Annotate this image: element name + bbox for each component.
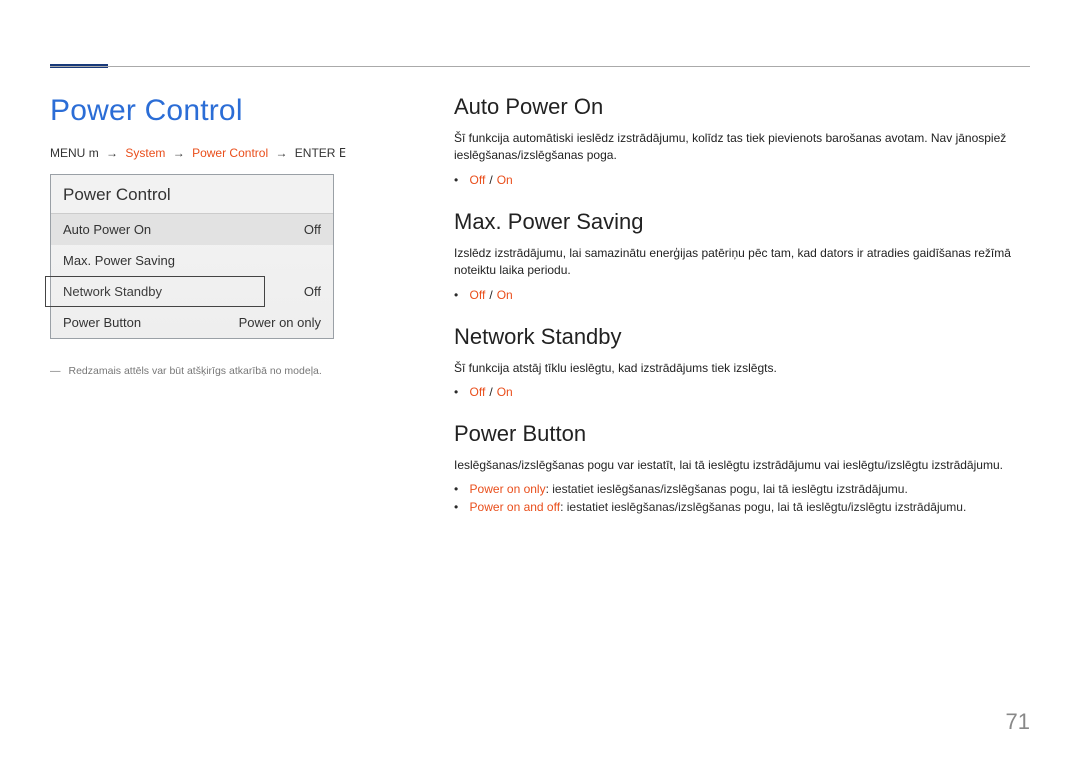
options-max-power-saving: Off/On <box>454 288 1030 302</box>
breadcrumb-system: System <box>125 146 165 160</box>
option-sep: / <box>485 173 496 187</box>
option-off: Off <box>470 173 486 187</box>
heading-network-standby: Network Standby <box>454 324 1030 350</box>
option-off: Off <box>470 385 486 399</box>
panel-row-auto-power-on[interactable]: Auto Power On Off <box>51 214 333 245</box>
panel-row-power-button[interactable]: Power Button Power on only <box>51 307 333 338</box>
arrow-icon: → <box>271 146 291 160</box>
option-rest: : iestatiet ieslēgšanas/izslēgšanas pogu… <box>546 482 908 496</box>
left-column: Power Control MENU m → System → Power Co… <box>50 94 394 536</box>
right-column: Auto Power On Šī funkcija automātiski ie… <box>454 94 1030 536</box>
panel-row-network-standby[interactable]: Network Standby Off <box>51 276 333 307</box>
options-power-button: Power on only: iestatiet ieslēgšanas/izs… <box>454 482 1030 514</box>
panel-footnote: ―Redzamais attēls var būt atšķirīgs atka… <box>50 365 394 377</box>
breadcrumb-enter-sym: E <box>339 146 346 160</box>
panel-row-value: Off <box>304 222 321 237</box>
option-off-on: Off/On <box>454 173 1030 187</box>
desc-power-button: Ieslēgšanas/izslēgšanas pogu var iestatī… <box>454 457 1030 474</box>
option-key: Power on only <box>470 482 546 496</box>
option-power-on-only: Power on only: iestatiet ieslēgšanas/izs… <box>454 482 1030 496</box>
page: Power Control MENU m → System → Power Co… <box>0 0 1080 763</box>
panel-row-label: Power Button <box>63 315 141 330</box>
panel-row-label: Auto Power On <box>63 222 151 237</box>
option-off-on: Off/On <box>454 385 1030 399</box>
breadcrumb-menu: MENU <box>50 146 85 160</box>
option-key: Power on and off <box>470 500 561 514</box>
settings-panel: Power Control Auto Power On Off Max. Pow… <box>50 174 334 339</box>
breadcrumb-menu-sym: m <box>89 146 99 160</box>
options-network-standby: Off/On <box>454 385 1030 399</box>
option-sep: / <box>485 288 496 302</box>
desc-network-standby: Šī funkcija atstāj tīklu ieslēgtu, kad i… <box>454 360 1030 377</box>
panel-row-label: Max. Power Saving <box>63 253 175 268</box>
option-off-on: Off/On <box>454 288 1030 302</box>
desc-max-power-saving: Izslēdz izstrādājumu, lai samazinātu ene… <box>454 245 1030 280</box>
panel-row-value: Power on only <box>239 315 321 330</box>
option-power-on-and-off: Power on and off: iestatiet ieslēgšanas/… <box>454 500 1030 514</box>
option-off: Off <box>470 288 486 302</box>
options-auto-power-on: Off/On <box>454 173 1030 187</box>
heading-max-power-saving: Max. Power Saving <box>454 209 1030 235</box>
content-area: Power Control MENU m → System → Power Co… <box>50 94 1030 536</box>
panel-row-max-power-saving[interactable]: Max. Power Saving <box>51 245 333 276</box>
heading-power-button: Power Button <box>454 421 1030 447</box>
arrow-icon: → <box>102 146 122 160</box>
page-number: 71 <box>1006 709 1030 735</box>
top-divider <box>50 66 1030 67</box>
page-title: Power Control <box>50 94 394 128</box>
arrow-icon: → <box>169 146 189 160</box>
footnote-dash-icon: ― <box>50 365 69 377</box>
heading-auto-power-on: Auto Power On <box>454 94 1030 120</box>
breadcrumb-enter: ENTER <box>295 146 336 160</box>
panel-header: Power Control <box>51 175 333 214</box>
panel-row-label: Network Standby <box>63 284 162 299</box>
option-sep: / <box>485 385 496 399</box>
breadcrumb: MENU m → System → Power Control → ENTER … <box>50 146 394 160</box>
option-on: On <box>497 288 513 302</box>
option-on: On <box>497 173 513 187</box>
option-on: On <box>497 385 513 399</box>
desc-auto-power-on: Šī funkcija automātiski ieslēdz izstrādā… <box>454 130 1030 165</box>
breadcrumb-power-control: Power Control <box>192 146 268 160</box>
footnote-text: Redzamais attēls var būt atšķirīgs atkar… <box>69 365 322 377</box>
option-rest: : iestatiet ieslēgšanas/izslēgšanas pogu… <box>560 500 966 514</box>
panel-row-value: Off <box>304 284 321 299</box>
